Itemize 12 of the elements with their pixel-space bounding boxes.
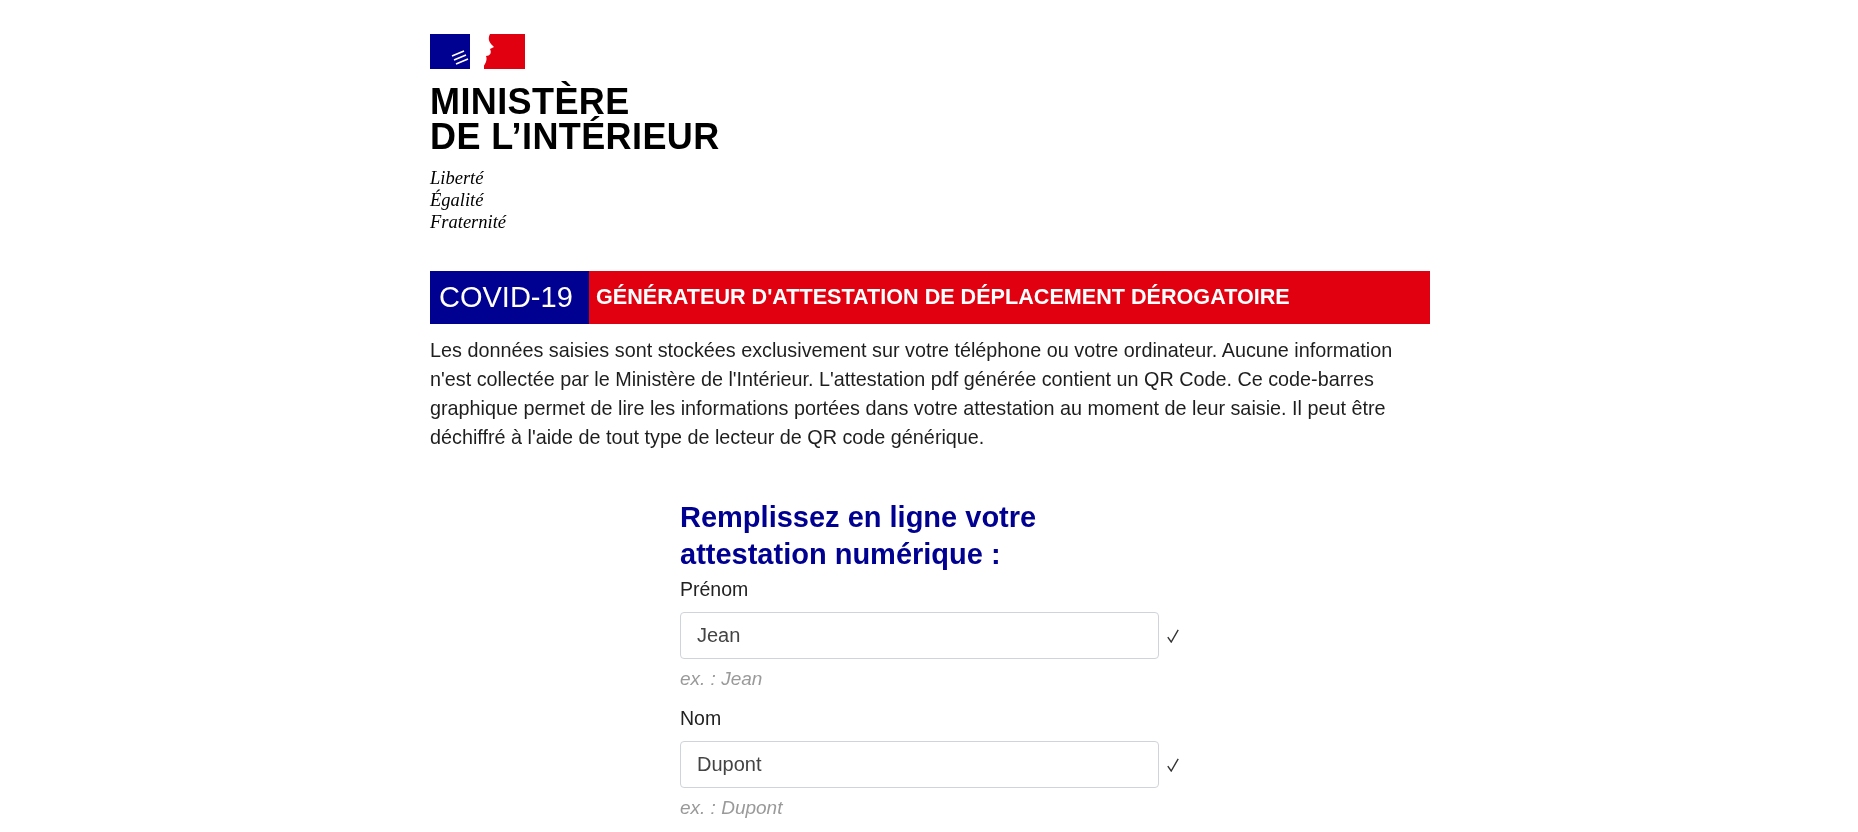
field-label: Prénom xyxy=(680,577,749,602)
field-hint: ex. : Jean xyxy=(680,667,763,692)
covid-tag: COVID-19 xyxy=(430,271,589,324)
form-heading: Remplissez en ligne votre attestation numérique : xyxy=(680,500,1038,572)
text-field[interactable]: Jean xyxy=(680,612,1159,660)
banner-title: GÉNÉRATEUR D'ATTESTATION DE DÉPLACEMENT DÉROGATOIRE xyxy=(589,271,1430,324)
text-field[interactable]: Dupont xyxy=(680,741,1159,788)
tricolor-flag-icon xyxy=(430,34,525,69)
intro-paragraph: Les données saisies sont stockées exclusivement sur votre téléphone ou votre ordinateur. Aucune information n'est collectée par le Ministère de l'Intérieur. L'attestation pdf générée contient un QR Code. Ce code-barres graphique permet de lire les informations portées dans votre attestation au moment de leur saisie. Il peut être déchiffré à l'aide de tout type de lecteur de QR code générique. xyxy=(430,338,1394,450)
field-hint: ex. : Dupont xyxy=(680,796,783,820)
field-label: Nom xyxy=(680,705,722,731)
motto-text: Liberté Égalité Fraternité xyxy=(430,167,507,233)
